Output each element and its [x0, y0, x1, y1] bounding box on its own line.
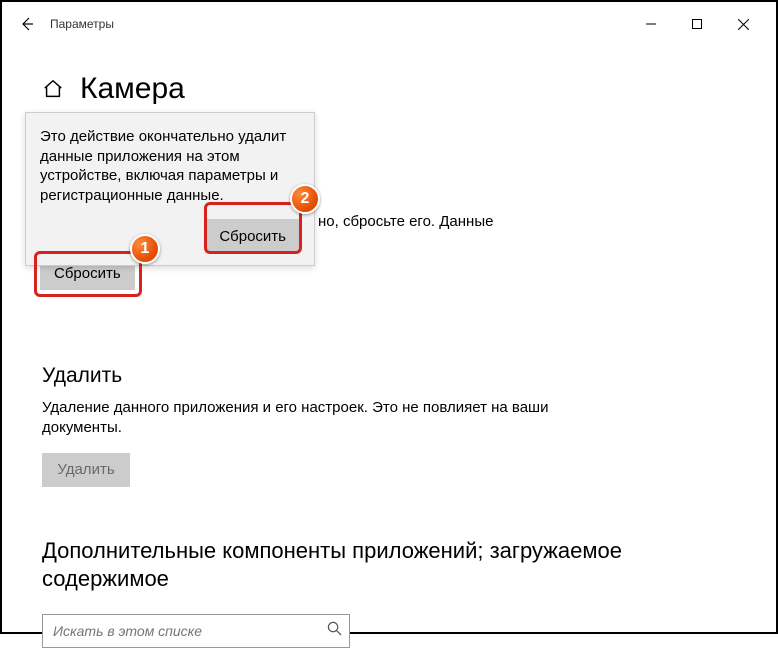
page-heading: Камера — [42, 72, 736, 106]
back-button[interactable] — [12, 9, 42, 39]
reset-description-fragment: но, сбросьте его. Данные — [318, 212, 493, 232]
maximize-button[interactable] — [674, 9, 720, 39]
page-title: Камера — [80, 72, 185, 106]
flyout-confirm-button[interactable]: Сбросить — [205, 219, 300, 253]
addons-title: Дополнительные компоненты приложений; за… — [42, 537, 736, 594]
delete-section: Удалить Удаление данного приложения и ег… — [42, 364, 736, 487]
titlebar: Параметры — [2, 2, 776, 46]
flyout-text: Это действие окончательно удалит данные … — [40, 127, 300, 205]
delete-description: Удаление данного приложения и его настро… — [42, 398, 562, 439]
search-input[interactable] — [42, 614, 350, 648]
minimize-button[interactable] — [628, 9, 674, 39]
window-controls — [628, 9, 766, 39]
reset-confirm-flyout: Это действие окончательно удалит данные … — [25, 112, 315, 266]
window-title: Параметры — [50, 17, 628, 31]
close-button[interactable] — [720, 9, 766, 39]
delete-button: Удалить — [42, 453, 130, 487]
search-wrap — [42, 614, 350, 648]
delete-title: Удалить — [42, 364, 736, 388]
home-icon[interactable] — [42, 78, 64, 100]
